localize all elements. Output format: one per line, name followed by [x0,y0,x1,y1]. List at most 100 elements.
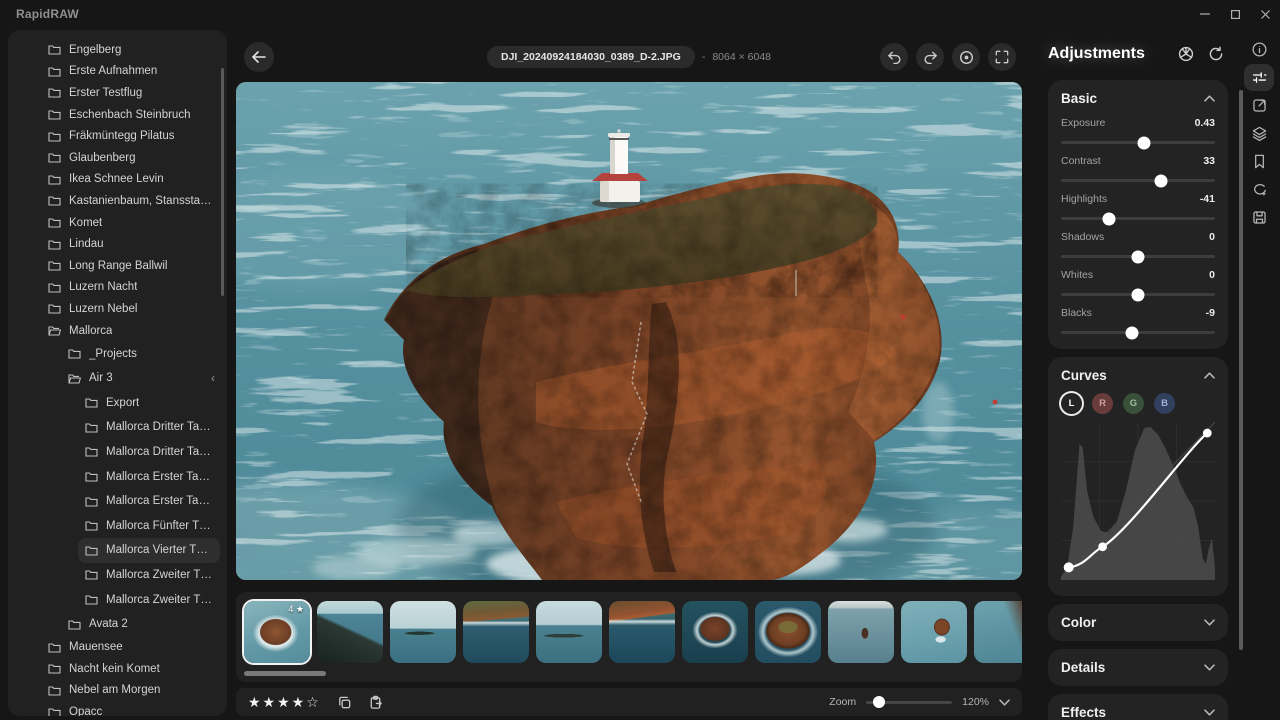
filmstrip-thumbnail[interactable] [609,601,675,663]
chevron-down-icon[interactable] [1204,664,1215,671]
folder-tree-item[interactable]: Komet [8,212,227,234]
filmstrip-thumbnail[interactable] [317,601,383,663]
redo-button[interactable] [916,43,944,71]
folder-tree-item[interactable]: Nebel am Morgen [8,680,227,702]
slider-knob[interactable] [1138,136,1151,149]
chevron-down-icon[interactable] [1204,619,1215,626]
slider-knob[interactable] [1132,288,1145,301]
curve-channel-button[interactable]: G [1123,393,1144,414]
minimize-button[interactable] [1190,0,1220,28]
folder-tree-item[interactable]: Air 3 ‹ [8,366,227,391]
paste-settings-button[interactable] [368,695,383,710]
zoom-dropdown-chevron-icon[interactable] [999,699,1010,706]
curve-point[interactable] [1064,562,1074,572]
curve-channel-button[interactable]: L [1061,393,1082,414]
folder-tree-item[interactable]: Ikea Schnee Levin [8,169,227,191]
filmstrip-thumbnail[interactable] [828,601,894,663]
curve-channel-button[interactable]: B [1154,393,1175,414]
folder-tree-item[interactable]: Opacc [8,701,227,716]
basic-section-header[interactable]: Basic [1061,91,1215,106]
sidebar-scrollbar[interactable] [221,68,224,296]
folder-tree-item[interactable]: Mallorca Erster Ta… [8,464,227,489]
folder-tree-item[interactable]: Erste Aufnahmen [8,61,227,83]
folder-tree-item[interactable]: Export [8,391,227,416]
folder-tree-item[interactable]: Mauensee [8,636,227,658]
curve-point[interactable] [1203,429,1212,438]
back-button[interactable] [244,42,274,72]
slider-track[interactable] [1061,255,1215,258]
maximize-button[interactable] [1220,0,1250,28]
color-section-header[interactable]: Color [1061,615,1215,630]
curve-channel-button[interactable]: R [1092,393,1113,414]
slider-track[interactable] [1061,179,1215,182]
folder-tree-item[interactable]: Avata 2 [8,612,227,637]
folder-tree-item[interactable]: Mallorca Zweiter T… [8,563,227,588]
fullscreen-button[interactable] [988,43,1016,71]
preview-original-icon[interactable] [952,43,980,71]
filmstrip-thumbnail[interactable] [901,601,967,663]
folder-tree-item[interactable]: Mallorca Erster Ta… [8,489,227,514]
effects-section-header[interactable]: Effects [1061,705,1215,720]
slider-track[interactable] [1061,331,1215,334]
collapse-chevron-icon[interactable]: ‹ [211,371,219,385]
slider-track[interactable] [1061,141,1215,144]
filmstrip-thumbnail[interactable] [974,601,1022,663]
filmstrip-thumbnail[interactable] [682,601,748,663]
folder-tree-item[interactable]: Mallorca Vierter T… [78,538,220,563]
filmstrip-thumbnail[interactable] [463,601,529,663]
chevron-down-icon[interactable] [1204,709,1215,716]
auto-adjust-icon[interactable] [1178,46,1194,62]
filmstrip-thumbnail[interactable] [390,601,456,663]
filmstrip-thumbnail[interactable] [755,601,821,663]
undo-button[interactable] [880,43,908,71]
filmstrip-thumbnail[interactable] [536,601,602,663]
folder-tree-item[interactable]: Kastanienbaum, Stanssta… [8,190,227,212]
folder-tree-item[interactable]: Glaubenberg [8,147,227,169]
filmstrip-thumbnail[interactable]: 4 ★ [244,601,310,663]
curve-point[interactable] [1098,542,1107,551]
folder-tree-item[interactable]: _Projects [8,341,227,366]
slider-knob[interactable] [1132,250,1145,263]
filename-chip[interactable]: DJI_20240924184030_0389_D-2.JPG [487,46,695,68]
masks-layers-icon[interactable] [1244,120,1274,147]
ai-tools-icon[interactable] [1244,176,1274,203]
zoom-slider[interactable] [866,701,952,704]
details-section-header[interactable]: Details [1061,660,1215,675]
slider-track[interactable] [1061,217,1215,220]
slider-knob[interactable] [1155,174,1168,187]
filmstrip-scrollbar[interactable] [244,671,326,676]
folder-tree-item[interactable]: Erster Testflug [8,82,227,104]
folder-tree-item[interactable]: Mallorca [8,320,227,342]
presets-bookmark-icon[interactable] [1244,148,1274,175]
reset-adjustments-icon[interactable] [1208,46,1224,62]
chevron-up-icon[interactable] [1204,95,1215,102]
folder-tree-item[interactable]: Mallorca Dritter Ta… [8,440,227,465]
copy-settings-button[interactable] [337,695,352,710]
chevron-up-icon[interactable] [1204,372,1215,379]
slider-track[interactable] [1061,293,1215,296]
main-photo[interactable] [236,82,1022,580]
folder-tree-item[interactable]: Luzern Nacht [8,277,227,299]
curves-section-header[interactable]: Curves [1061,368,1215,383]
adjustments-icon[interactable] [1244,64,1274,91]
tone-curve-editor[interactable] [1061,422,1215,585]
folder-tree-item[interactable]: Long Range Ballwil [8,255,227,277]
export-save-icon[interactable] [1244,204,1274,231]
folder-tree-item[interactable]: Lindau [8,233,227,255]
star-rating[interactable]: ★★★★☆ [248,694,321,711]
folder-tree-item[interactable]: Nacht kein Komet [8,658,227,680]
star-empty[interactable]: ☆ [306,694,321,710]
close-button[interactable] [1250,0,1280,28]
folder-tree-item[interactable]: Mallorca Dritter Ta… [8,415,227,440]
folder-tree-item[interactable]: Mallorca Zweiter T… [8,587,227,612]
info-icon[interactable] [1244,36,1274,63]
zoom-slider-knob[interactable] [873,696,885,708]
folder-tree-item[interactable]: Eschenbach Steinbruch [8,104,227,126]
folder-tree-item[interactable]: Mallorca Fünfter T… [8,513,227,538]
folder-tree-item[interactable]: Engelberg [8,39,227,61]
stars-filled[interactable]: ★★★★ [248,694,306,710]
folder-tree-item[interactable]: Fräkmüntegg Pilatus [8,125,227,147]
slider-knob[interactable] [1102,212,1115,225]
crop-icon[interactable] [1244,92,1274,119]
slider-knob[interactable] [1125,326,1138,339]
